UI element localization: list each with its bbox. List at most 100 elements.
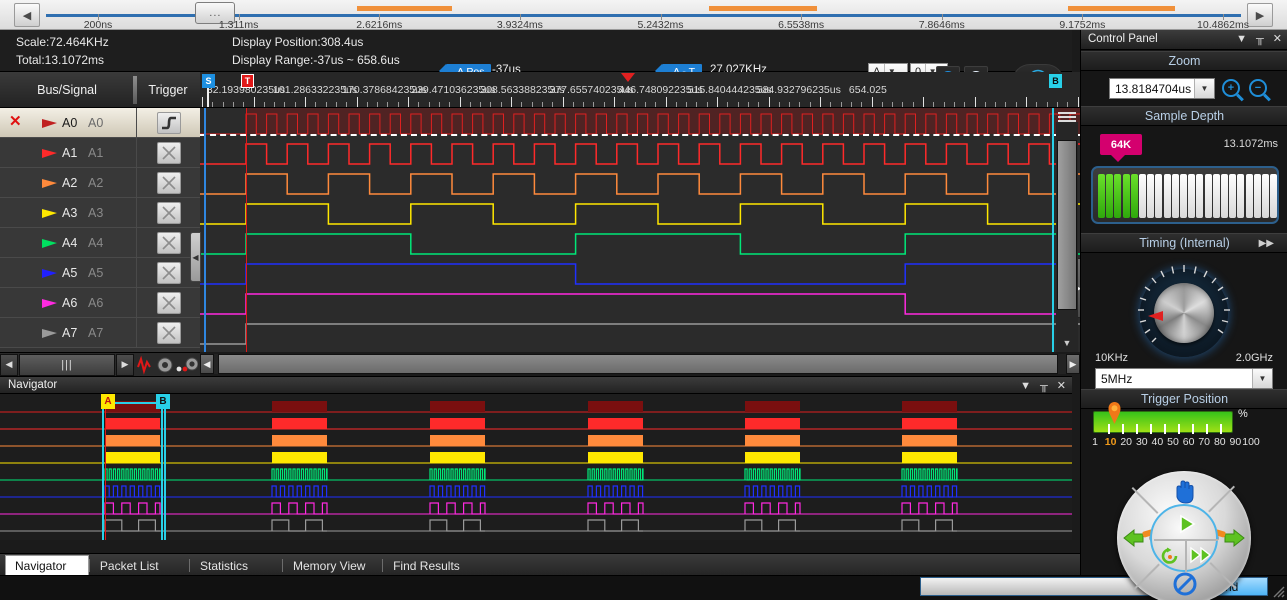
probe-settings-icon[interactable] (156, 356, 174, 374)
timing-expand-icon[interactable]: ▶▶ (1259, 238, 1274, 249)
dpad-center[interactable] (1150, 504, 1218, 572)
pan-hand-button[interactable] (1170, 479, 1198, 505)
trigger-cursor-line[interactable] (246, 108, 247, 352)
signal-row-A1[interactable]: A1 A1 (0, 138, 200, 168)
trigger-button-x[interactable] (156, 141, 181, 164)
cursor-b-line[interactable] (1052, 108, 1054, 352)
marker-t-flag[interactable]: T (241, 74, 254, 88)
trigger-button-x[interactable] (156, 201, 181, 224)
waveform-vertical-scrollbar[interactable] (1056, 122, 1078, 352)
trigger-button-edge[interactable] (156, 111, 181, 134)
waveform-timeline[interactable]: 32.193980235us 101.286332235us 170.3786842… (200, 72, 1080, 108)
signal-row-A4[interactable]: A4 A4 (0, 228, 200, 258)
ruler-track[interactable]: ... 200ns 1.311ms 2.6216ms 3.9324ms 5.2432ms… (46, 0, 1249, 31)
chevron-down-icon[interactable]: ▼ (1236, 33, 1247, 45)
waveform-canvas[interactable] (200, 108, 1080, 352)
trigger-cell[interactable] (136, 318, 200, 347)
nav-cursor-b-line[interactable] (161, 394, 163, 552)
trigger-button-x[interactable] (156, 321, 181, 344)
trigger-position-handle[interactable] (1108, 402, 1121, 424)
knob-dial[interactable] (1154, 283, 1214, 343)
signal-list-scrollbar[interactable]: ◀ ||| ▶ (0, 352, 134, 376)
marker-s-flag[interactable]: S (202, 74, 215, 88)
sample-depth-segment[interactable] (1229, 174, 1237, 218)
display-position-marker[interactable] (621, 73, 635, 82)
signal-row-A5[interactable]: A5 A5 (0, 258, 200, 288)
close-icon[interactable]: ✕ (1057, 379, 1066, 392)
waveform-vscroll-grip[interactable] (1058, 110, 1076, 122)
trigger-button-x[interactable] (156, 261, 181, 284)
probe-settings-2-icon[interactable] (176, 356, 198, 374)
sample-depth-segment[interactable] (1188, 174, 1196, 218)
sample-depth-segment[interactable] (1196, 174, 1204, 218)
signal-row-A0[interactable]: ✕ A0 A0 (0, 108, 200, 138)
zoom-value-select[interactable]: 13.8184704us ▼ (1109, 78, 1215, 99)
marker-b-flag[interactable]: B (1049, 74, 1062, 88)
wave-scroll-thumb[interactable] (218, 354, 1058, 374)
nav-marker-b-flag[interactable]: B (156, 394, 170, 409)
navigator-panel-buttons[interactable]: ▼ ╥ ✕ (1020, 379, 1066, 393)
nav-view-window[interactable] (102, 402, 166, 544)
chevron-down-icon[interactable]: ▼ (1194, 79, 1214, 98)
wave-scroll-right-button[interactable]: ▶ (1066, 354, 1080, 374)
run-play-button[interactable] (1177, 514, 1197, 534)
sample-depth-segment[interactable] (1221, 174, 1228, 218)
sample-depth-segment[interactable] (1098, 174, 1105, 218)
tab-packet-list[interactable]: Packet List (91, 556, 189, 575)
sample-depth-segment[interactable] (1253, 174, 1261, 218)
timing-knob[interactable] (1134, 263, 1234, 363)
remove-signal-icon[interactable]: ✕ (9, 114, 22, 129)
ruler-scroll-left-button[interactable]: ◀ (14, 3, 40, 27)
close-icon[interactable]: ✕ (1273, 32, 1282, 45)
nav-scroll-track[interactable] (0, 540, 1072, 554)
cursor-a-line[interactable] (204, 108, 206, 352)
resize-grip-icon[interactable] (1269, 582, 1285, 598)
timeline-ruler[interactable]: ◀ ▶ ... 200ns 1.311ms 2.6216ms 3.9324ms 5.24… (0, 0, 1287, 31)
pin-icon[interactable]: ╥ (1040, 380, 1048, 392)
trigger-cell[interactable] (136, 198, 200, 227)
zoom-out-button[interactable]: − (1249, 79, 1267, 97)
tab-find-results[interactable]: Find Results (384, 556, 489, 575)
signal-row-A7[interactable]: A7 A7 (0, 318, 200, 348)
sample-depth-segment[interactable] (1114, 174, 1122, 218)
tab-statistics[interactable]: Statistics (191, 556, 282, 575)
trigger-cell[interactable] (136, 168, 200, 197)
sample-depth-segment[interactable] (1163, 174, 1171, 218)
signal-scroll-right-button[interactable]: ▶ (116, 353, 134, 376)
chevron-down-icon[interactable]: ▼ (1020, 380, 1031, 392)
waveform-horizontal-scrollbar[interactable]: ◀ ▶ (200, 352, 1080, 376)
signal-row-A6[interactable]: A6 A6 (0, 288, 200, 318)
sample-depth-segment[interactable] (1130, 174, 1138, 218)
wave-scroll-track[interactable] (214, 354, 1066, 374)
nav-marker-a-flag[interactable]: A (101, 394, 115, 409)
trigger-button-x[interactable] (156, 171, 181, 194)
signal-list[interactable]: ✕ A0 A0 A1 A1 A2 A2 A3 A3 A4 A4 A5 A5 A6 A6 A7 A7 (0, 108, 200, 352)
chevron-down-icon[interactable]: ▼ (1252, 369, 1272, 388)
trigger-cell[interactable] (136, 108, 200, 137)
navigator-canvas[interactable]: AB (0, 394, 1072, 552)
trigger-button-x[interactable] (156, 231, 181, 254)
navigator-scrollbar[interactable] (0, 540, 1072, 554)
refresh-button[interactable] (1160, 546, 1180, 566)
sample-depth-segment[interactable] (1270, 174, 1278, 218)
sample-depth-segment[interactable] (1155, 174, 1163, 218)
trigger-cell[interactable] (136, 288, 200, 317)
fast-forward-button[interactable] (1190, 546, 1212, 564)
signal-scroll-left-button[interactable]: ◀ (0, 353, 18, 376)
waveform-vscroll-down-button[interactable]: ▼ (1058, 338, 1076, 352)
tab-memory-view[interactable]: Memory View (284, 556, 382, 575)
ruler-scroll-right-button[interactable]: ▶ (1247, 3, 1273, 27)
wave-scroll-left-button[interactable]: ◀ (200, 354, 214, 374)
signal-tools[interactable] (134, 352, 200, 376)
sample-depth-segment[interactable] (1106, 174, 1114, 218)
timing-value-select[interactable]: 5MHz ▼ (1095, 368, 1273, 389)
sample-depth-segment[interactable] (1245, 174, 1253, 218)
sample-depth-segment[interactable] (1180, 174, 1187, 218)
sample-depth-segment[interactable] (1171, 174, 1179, 218)
sample-depth-segment[interactable] (1139, 174, 1146, 218)
sample-depth-segment[interactable] (1122, 174, 1130, 218)
sample-depth-widget[interactable]: 64K 13.1072ms (1081, 126, 1287, 232)
zoom-in-button[interactable]: + (1222, 79, 1240, 97)
tab-navigator[interactable]: Navigator (5, 555, 89, 576)
signal-scroll-thumb[interactable]: ||| (19, 353, 115, 376)
